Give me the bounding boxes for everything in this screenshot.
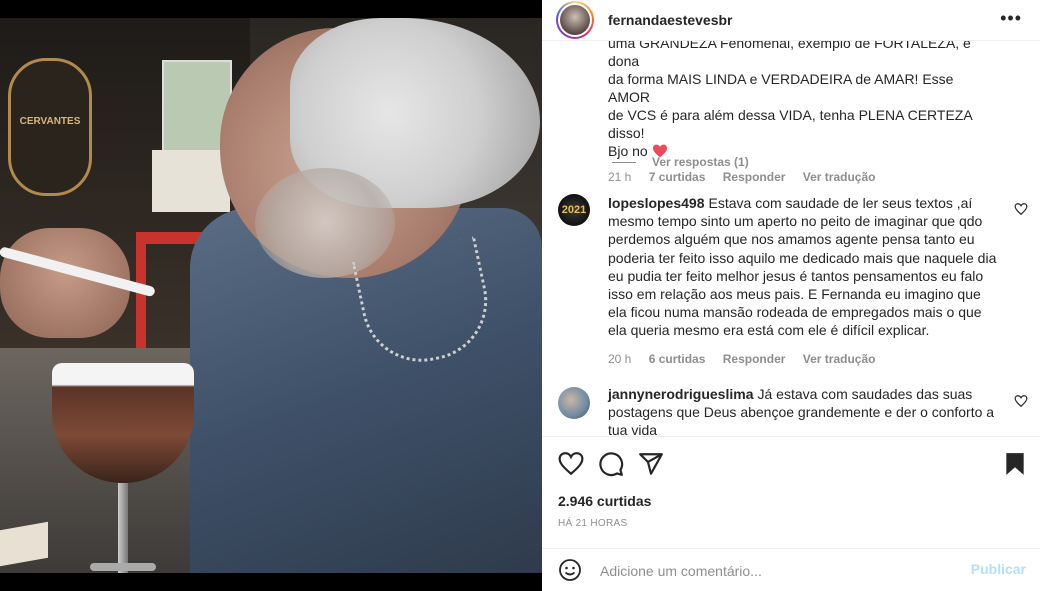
translate-link[interactable]: Ver tradução bbox=[803, 170, 876, 184]
menu-board bbox=[152, 150, 230, 212]
comment-text: Estava com saudade de ler seus textos ,a… bbox=[608, 195, 997, 339]
comment-body: lopeslopes498 Estava com saudade de ler s… bbox=[608, 194, 1000, 368]
comment-meta: 20 h 6 curtidas Responder Ver tradução bbox=[608, 350, 1000, 368]
likes-count[interactable]: 2.946 curtidas bbox=[558, 493, 651, 509]
post-date[interactable]: HÁ 21 HORAS bbox=[558, 518, 627, 529]
post-header: fernandaestevesbr ••• bbox=[542, 0, 1040, 41]
add-comment-bar: Publicar bbox=[542, 548, 1040, 591]
author-username[interactable]: fernandaestevesbr bbox=[608, 12, 733, 28]
view-replies-button[interactable]: Ver respostas (1) bbox=[612, 155, 749, 169]
share-icon[interactable] bbox=[638, 451, 664, 477]
like-comment-icon[interactable] bbox=[1014, 202, 1028, 216]
commenter-avatar[interactable]: 2021 bbox=[558, 194, 590, 226]
bookmark-icon[interactable] bbox=[1002, 451, 1028, 477]
bar-sign: CERVANTES bbox=[8, 58, 92, 196]
caption-meta: 21 h 7 curtidas Responder Ver tradução bbox=[608, 168, 998, 186]
photo-scene: CERVANTES bbox=[0, 18, 542, 573]
emoji-icon[interactable] bbox=[558, 558, 582, 582]
caption-line: da forma MAIS LINDA e VERDADEIRA de AMAR… bbox=[608, 71, 954, 105]
translate-link[interactable]: Ver tradução bbox=[803, 352, 876, 366]
comments-panel: fernandaestevesbr ••• uma GRANDEZA Fenom… bbox=[542, 0, 1040, 591]
more-icon[interactable]: ••• bbox=[1000, 8, 1022, 29]
heart-icon[interactable] bbox=[558, 451, 584, 477]
caption-likes[interactable]: 7 curtidas bbox=[649, 170, 706, 184]
like-comment-icon[interactable] bbox=[1014, 394, 1028, 408]
comments-list[interactable]: uma GRANDEZA Fenomenal, exemplo de FORTA… bbox=[542, 40, 1040, 436]
author-avatar[interactable] bbox=[556, 1, 594, 39]
commenter-avatar[interactable] bbox=[558, 387, 590, 419]
post-actions: 2.946 curtidas HÁ 21 HORAS bbox=[542, 436, 1040, 549]
glass-foot bbox=[90, 563, 156, 571]
comment-icon[interactable] bbox=[598, 451, 624, 477]
commenter-username[interactable]: lopeslopes498 bbox=[608, 195, 705, 211]
glass-stem bbox=[118, 483, 128, 573]
view-replies-label: Ver respostas (1) bbox=[652, 155, 749, 169]
post-photo[interactable]: CERVANTES bbox=[0, 0, 542, 590]
bar-sign-text: CERVANTES bbox=[19, 116, 81, 127]
comment-input[interactable] bbox=[598, 559, 962, 583]
caption-line: de VCS é para além dessa VIDA, tenha PLE… bbox=[608, 107, 972, 141]
reply-button[interactable]: Responder bbox=[723, 170, 786, 184]
caption-time: 21 h bbox=[608, 170, 632, 184]
comment-body: jannynerodrigueslima Já estava com saudad… bbox=[608, 385, 1000, 436]
caption-line: uma GRANDEZA Fenomenal, exemplo de FORTA… bbox=[608, 40, 971, 69]
reply-button[interactable]: Responder bbox=[723, 352, 786, 366]
commenter-username[interactable]: jannynerodrigueslima bbox=[608, 386, 753, 402]
post-modal: CERVANTES fernandaestevesbr ••• uma GRAN… bbox=[0, 0, 1040, 591]
publish-button[interactable]: Publicar bbox=[971, 561, 1026, 577]
comment-time: 20 h bbox=[608, 351, 632, 366]
comment-likes[interactable]: 6 curtidas bbox=[649, 352, 706, 366]
